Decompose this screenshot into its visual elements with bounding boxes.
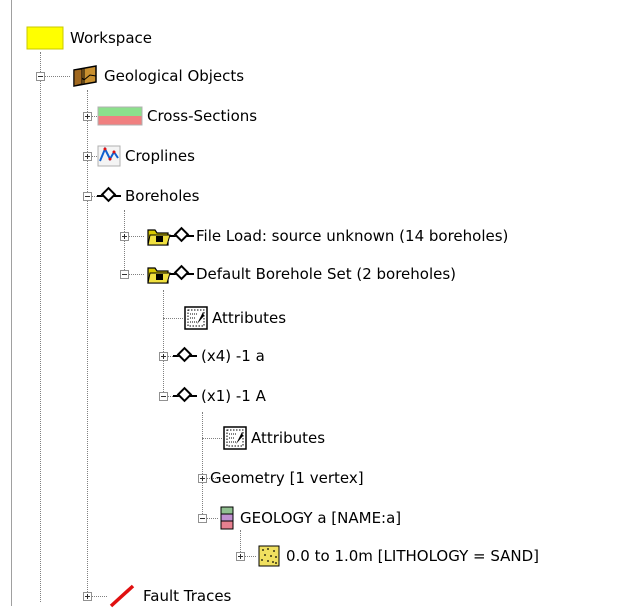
tree-line bbox=[87, 90, 88, 600]
cross-sections-icon bbox=[97, 106, 143, 126]
tree-line bbox=[40, 52, 41, 602]
tree-item-label: Fault Traces bbox=[143, 587, 232, 605]
tree-line bbox=[163, 318, 183, 319]
collapse-geology-button[interactable] bbox=[198, 514, 207, 523]
tree-line bbox=[124, 210, 125, 274]
workspace-folder-icon bbox=[26, 26, 64, 50]
expand-file-load-button[interactable] bbox=[120, 232, 129, 241]
tree-item-geology[interactable]: GEOLOGY a [NAME:a] bbox=[220, 506, 402, 530]
tree-item-label: (x1) -1 A bbox=[201, 387, 266, 405]
expand-fault-traces-button[interactable] bbox=[83, 592, 92, 601]
tree-item-label: Geometry [1 vertex] bbox=[210, 469, 364, 487]
tree-item-label: GEOLOGY a [NAME:a] bbox=[240, 509, 402, 527]
tree-item-label: (x4) -1 a bbox=[201, 347, 265, 365]
expand-x4-button[interactable] bbox=[159, 352, 168, 361]
borehole-set-icon bbox=[147, 229, 171, 246]
croplines-icon bbox=[97, 145, 121, 167]
tree-item-attributes[interactable]: Attributes bbox=[184, 306, 287, 330]
tree-item-geological-objects[interactable]: Geological Objects bbox=[70, 65, 244, 87]
borehole-icon bbox=[97, 186, 121, 205]
borehole-icon bbox=[170, 226, 194, 245]
tree-line bbox=[202, 412, 203, 520]
expand-geometry-button[interactable] bbox=[198, 474, 207, 483]
tree-item-label: File Load: source unknown (14 boreholes) bbox=[196, 227, 509, 245]
sand-lithology-icon bbox=[258, 545, 280, 567]
fault-trace-icon bbox=[109, 584, 135, 608]
collapse-geological-objects-button[interactable] bbox=[36, 72, 45, 81]
geological-objects-icon bbox=[73, 65, 97, 87]
tree-item-label: Attributes bbox=[251, 429, 326, 447]
tree-item-label: Geological Objects bbox=[104, 67, 245, 85]
expand-interval-button[interactable] bbox=[236, 552, 245, 561]
expand-cross-sections-button[interactable] bbox=[83, 112, 92, 121]
collapse-boreholes-button[interactable] bbox=[83, 192, 92, 201]
tree-item-fault-traces[interactable]: Fault Traces bbox=[107, 584, 232, 608]
tree-item-croplines[interactable]: Croplines bbox=[97, 145, 195, 167]
tree-item-workspace[interactable]: Workspace bbox=[26, 26, 152, 50]
tree-line bbox=[163, 290, 164, 398]
tree-item-borehole-x4[interactable]: (x4) -1 a bbox=[173, 345, 265, 367]
tree-item-boreholes[interactable]: Boreholes bbox=[97, 185, 199, 207]
tree-item-default-borehole-set[interactable]: Default Borehole Set (2 boreholes) bbox=[146, 263, 456, 285]
panel-left-border bbox=[11, 0, 12, 606]
tree-item-file-load[interactable]: File Load: source unknown (14 boreholes) bbox=[146, 225, 508, 247]
borehole-icon bbox=[173, 346, 197, 365]
tree-item-borehole-x1[interactable]: (x1) -1 A bbox=[173, 385, 266, 407]
tree-item-label: Workspace bbox=[70, 29, 152, 47]
tree-item-label: Attributes bbox=[212, 309, 287, 327]
tree-item-cross-sections[interactable]: Cross-Sections bbox=[97, 105, 257, 127]
borehole-icon bbox=[170, 264, 194, 283]
tree-item-label: Boreholes bbox=[125, 187, 200, 205]
borehole-set-icon bbox=[147, 267, 171, 284]
tree-line bbox=[202, 438, 222, 439]
geology-icon bbox=[220, 506, 234, 530]
collapse-default-set-button[interactable] bbox=[120, 270, 129, 279]
expand-croplines-button[interactable] bbox=[83, 152, 92, 161]
attributes-icon bbox=[184, 306, 208, 330]
borehole-icon bbox=[173, 386, 197, 405]
tree-item-label: Croplines bbox=[125, 147, 195, 165]
tree-item-interval[interactable]: 0.0 to 1.0m [LITHOLOGY = SAND] bbox=[258, 545, 539, 567]
tree-item-label: Cross-Sections bbox=[147, 107, 258, 125]
attributes-icon bbox=[223, 426, 247, 450]
tree-item-attributes[interactable]: Attributes bbox=[223, 426, 326, 450]
tree-item-geometry[interactable]: Geometry [1 vertex] bbox=[210, 467, 364, 489]
tree-item-label: Default Borehole Set (2 boreholes) bbox=[196, 265, 457, 283]
tree-item-label: 0.0 to 1.0m [LITHOLOGY = SAND] bbox=[286, 547, 540, 565]
collapse-x1-button[interactable] bbox=[159, 392, 168, 401]
